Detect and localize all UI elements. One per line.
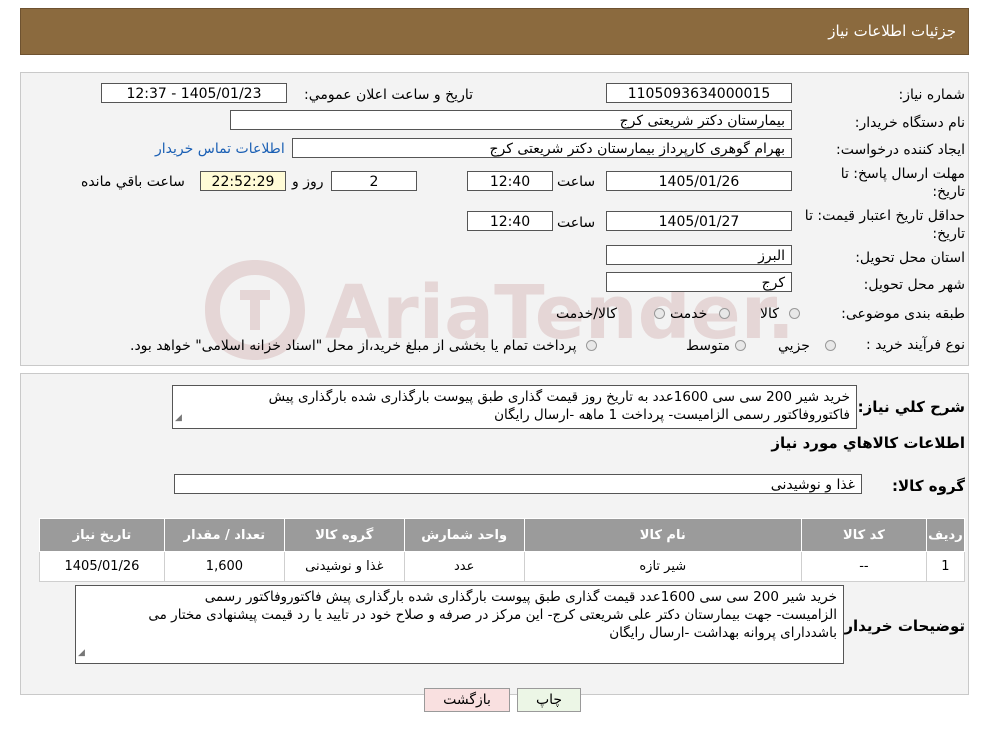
validity-time-label: ساعت (557, 215, 596, 231)
days-field: 2 (331, 171, 417, 191)
cell-quantity: 1,600 (163, 551, 285, 582)
page-title: جزئیات اطلاعات نیاز (828, 22, 956, 40)
process-option-medium: متوسط (686, 338, 730, 354)
col-group: گروه کالا (283, 518, 405, 552)
reply-time-field: 12:40 (467, 171, 553, 191)
validity-label: حداقل تاریخ اعتبار قیمت: تا (804, 208, 965, 224)
goods-table: ردیف کد کالا نام کالا واحد شمارش گروه کا… (39, 518, 966, 582)
goods-group-field: غذا و نوشیدنی (174, 474, 862, 494)
cell-name: شیر تازه (523, 551, 802, 582)
cell-group: غذا و نوشیدنی (283, 551, 405, 582)
reply-deadline-label: مهلت ارسال پاسخ: تا (840, 166, 965, 182)
reply-date-field: 1405/01/26 (606, 171, 792, 191)
col-date: تاریخ نیاز (39, 518, 165, 552)
province-field: البرز (606, 245, 792, 265)
validity-time-field: 12:40 (467, 211, 553, 231)
process-radio-minor[interactable] (825, 340, 836, 351)
category-option-goods-service: کالا/خدمت (556, 306, 617, 322)
description-textarea[interactable]: خرید شیر 200 سی سی 1600عدد به تاریخ روز … (172, 385, 857, 429)
buyer-org-field: بیمارستان دکتر شریعتی کرج (230, 110, 792, 130)
buyer-notes-textarea[interactable]: خرید شیر 200 سی سی 1600عدد قیمت گذاری طب… (75, 585, 844, 664)
resize-grip-icon[interactable]: ◢ (175, 409, 182, 427)
creator-field: بهرام گوهری کارپرداز بیمارستان دکتر شریع… (292, 138, 792, 158)
need-number-field: 1105093634000015 (606, 83, 792, 103)
description-line-1: خرید شیر 200 سی سی 1600عدد به تاریخ روز … (268, 389, 850, 405)
cell-unit: عدد (403, 551, 525, 582)
col-row: ردیف (925, 518, 966, 552)
creator-label: ایجاد کننده درخواست: (836, 142, 965, 158)
table-row: 1 -- شیر تازه عدد غذا و نوشیدنی 1,600 14… (39, 551, 966, 582)
contact-buyer-link[interactable]: اطلاعات تماس خریدار (155, 140, 285, 158)
process-option-minor: جزیي (778, 338, 810, 354)
city-field: کرج (606, 272, 792, 292)
cell-date: 1405/01/26 (39, 551, 165, 582)
page-header: جزئیات اطلاعات نیاز (20, 8, 969, 55)
category-radio-goods-service[interactable] (654, 308, 665, 319)
col-name: نام کالا (523, 518, 802, 552)
description-line-2: فاکتوروفاکتور رسمی الزامیست- پرداخت 1 ما… (494, 407, 850, 423)
back-button[interactable]: بازگشت (424, 688, 510, 712)
category-option-service: خدمت (670, 306, 708, 322)
category-option-goods: کالا (760, 306, 779, 322)
print-button[interactable]: چاپ (517, 688, 581, 712)
validity-label-2: تاریخ: (932, 226, 965, 242)
buyer-notes-line-3: باشددارای پروانه بهداشت -ارسال رایگان (609, 625, 837, 641)
goods-group-label: گروه کالا: (892, 477, 965, 495)
reply-deadline-label-2: تاریخ: (932, 184, 965, 200)
description-label: شرح کلي نیاز: (857, 398, 965, 416)
buyer-org-label: نام دستگاه خریدار: (854, 115, 965, 131)
announce-field: 1405/01/23 - 12:37 (101, 83, 287, 103)
province-label: استان محل تحویل: (855, 250, 965, 266)
need-number-label: شماره نیاز: (898, 87, 966, 103)
buyer-notes-line-2: الزامیست- جهت بیمارستان دکتر علی شریعتی … (148, 607, 837, 623)
cell-code: -- (800, 551, 927, 582)
days-label: روز و (292, 174, 324, 190)
validity-date-field: 1405/01/27 (606, 211, 792, 231)
process-radio-treasury[interactable] (586, 340, 597, 351)
buyer-notes-line-1: خرید شیر 200 سی سی 1600عدد قیمت گذاری طب… (204, 589, 837, 605)
city-label: شهر محل تحویل: (863, 277, 965, 293)
buyer-notes-label: توضیحات خریدار: (838, 617, 965, 635)
process-radio-medium[interactable] (735, 340, 746, 351)
col-unit: واحد شمارش (403, 518, 525, 552)
category-radio-service[interactable] (719, 308, 730, 319)
goods-table-header: ردیف کد کالا نام کالا واحد شمارش گروه کا… (39, 518, 966, 552)
col-quantity: تعداد / مقدار (163, 518, 285, 552)
announce-label: تاریخ و ساعت اعلان عمومي: (304, 87, 473, 103)
reply-time-label: ساعت (557, 174, 596, 190)
remaining-time-label: ساعت باقي مانده (81, 174, 185, 190)
remaining-time-field: 22:52:29 (200, 171, 286, 191)
process-note: پرداخت تمام یا بخشی از مبلغ خرید،از محل … (130, 338, 577, 354)
resize-grip-icon[interactable]: ◢ (78, 644, 85, 662)
category-radio-goods[interactable] (789, 308, 800, 319)
category-label: طبقه بندی موضوعی: (841, 306, 965, 322)
col-code: کد کالا (800, 518, 927, 552)
cell-row: 1 (925, 551, 966, 582)
goods-section-title: اطلاعات کالاهاي مورد نیاز (771, 434, 965, 452)
process-label: نوع فرآیند خرید : (866, 337, 965, 353)
